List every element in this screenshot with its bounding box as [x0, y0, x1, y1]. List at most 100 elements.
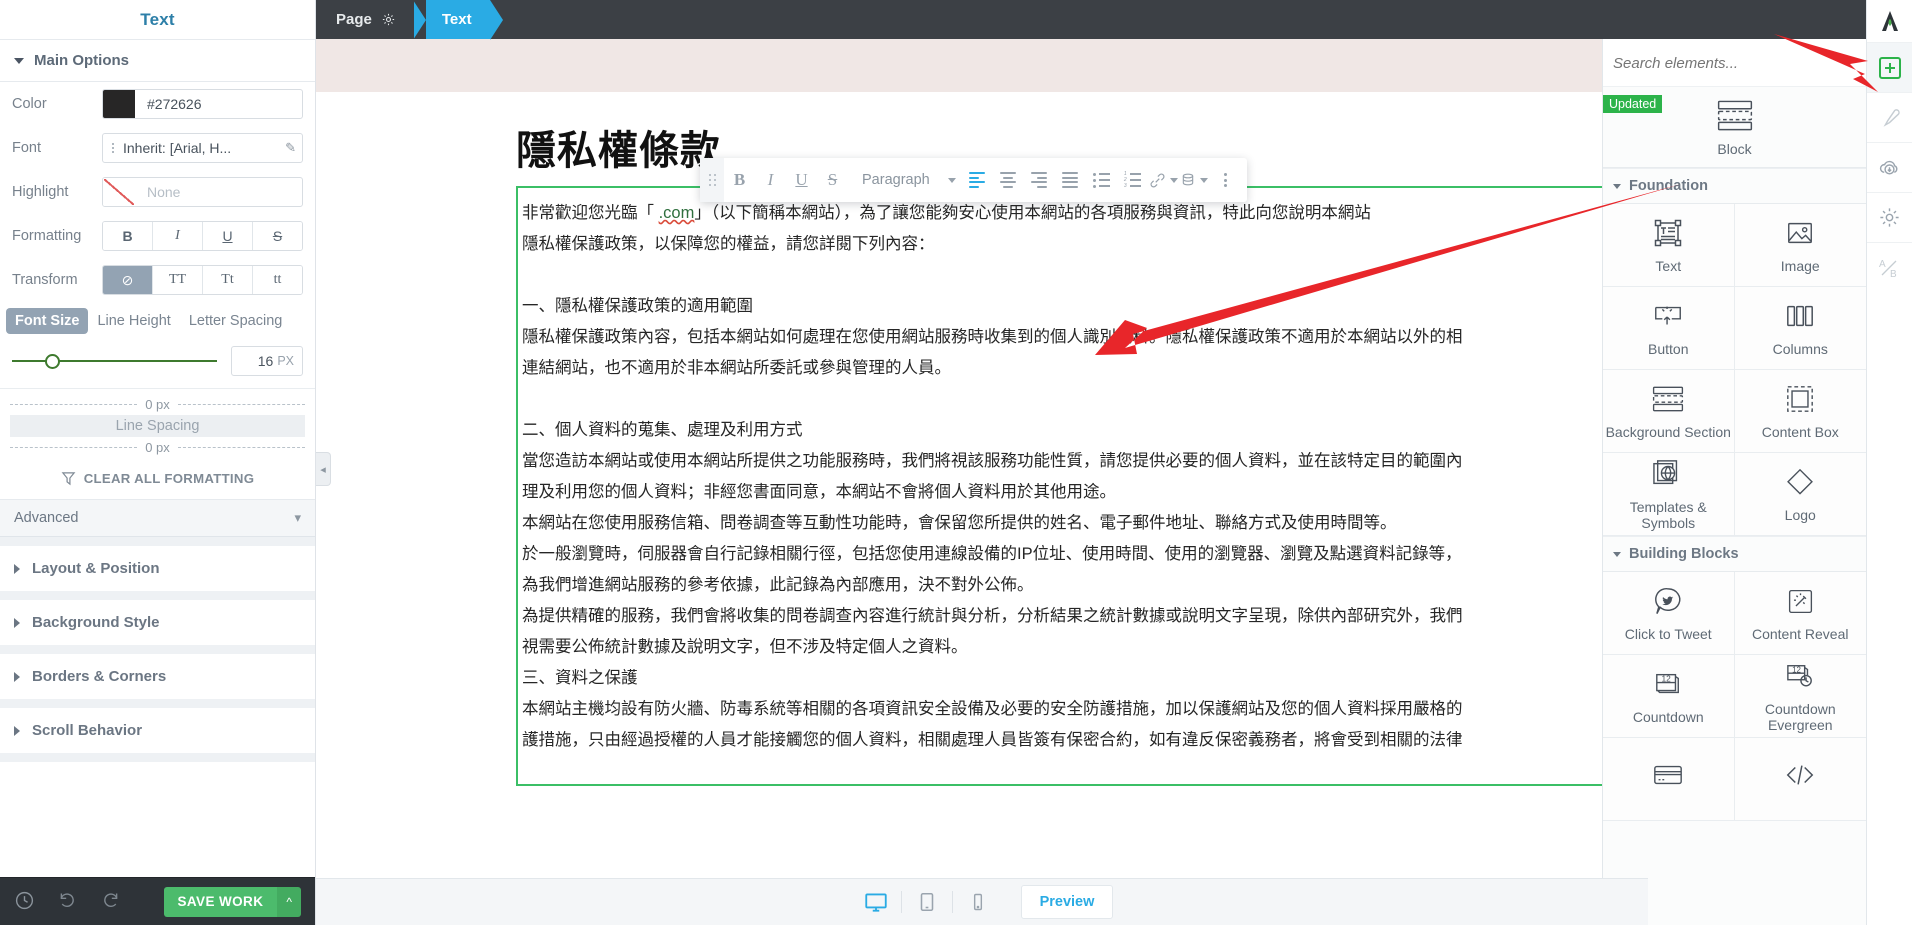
link-button[interactable]: [1148, 158, 1179, 202]
element-label: Countdown Evergreen: [1764, 701, 1836, 733]
redo-icon[interactable]: [100, 890, 121, 914]
font-select[interactable]: Inherit: [Arial, H... ✎: [102, 133, 303, 163]
element-countdown[interactable]: 12 Countdown: [1603, 655, 1735, 738]
more-options-button[interactable]: [1210, 158, 1241, 202]
bold-button[interactable]: B: [103, 222, 153, 250]
element-templates-symbols[interactable]: Templates & Symbols: [1603, 453, 1735, 536]
strikethrough-button[interactable]: S: [817, 158, 848, 202]
advanced-label: Advanced: [14, 510, 79, 526]
element-content-reveal[interactable]: Content Reveal: [1734, 572, 1866, 655]
strikethrough-button[interactable]: S: [253, 222, 302, 250]
numbered-list-button[interactable]: 123: [1117, 158, 1148, 202]
spacing-top-value[interactable]: 0 px: [10, 397, 305, 412]
search-input[interactable]: [1613, 49, 1856, 78]
save-work-label[interactable]: SAVE WORK: [163, 886, 278, 917]
ab-test-icon[interactable]: A B: [1866, 242, 1912, 292]
cloud-download-icon[interactable]: [1866, 142, 1912, 192]
add-element-icon[interactable]: [1866, 42, 1912, 92]
clear-all-formatting-button[interactable]: CLEAR ALL FORMATTING: [0, 459, 315, 500]
element-card-block[interactable]: Updated Block: [1603, 87, 1866, 168]
undo-icon[interactable]: [57, 890, 78, 914]
paragraph-dropdown[interactable]: Paragraph: [848, 172, 962, 188]
underline-button[interactable]: U: [786, 158, 817, 202]
gear-icon[interactable]: [1866, 192, 1912, 242]
align-right-button[interactable]: [1024, 158, 1055, 202]
device-mobile-button[interactable]: [953, 892, 1003, 912]
group-header-foundation[interactable]: Foundation: [1603, 168, 1866, 204]
italic-button[interactable]: I: [153, 222, 203, 250]
tab-letter-spacing[interactable]: Letter Spacing: [180, 308, 292, 334]
clock-history-icon[interactable]: [14, 890, 35, 914]
spacing-bottom-value[interactable]: 0 px: [10, 440, 305, 455]
tab-line-height[interactable]: Line Height: [88, 308, 179, 334]
element-button[interactable]: Button: [1603, 287, 1735, 370]
element-click-to-tweet[interactable]: Click to Tweet: [1603, 572, 1735, 655]
tab-font-size[interactable]: Font Size: [6, 308, 89, 334]
save-options-caret[interactable]: ^: [277, 886, 301, 917]
italic-button[interactable]: I: [755, 158, 786, 202]
align-center-button[interactable]: [993, 158, 1024, 202]
sidebar-section-borders-corners[interactable]: Borders & Corners: [0, 654, 315, 699]
element-image[interactable]: Image: [1734, 204, 1866, 287]
bullet-list-icon: [1092, 172, 1110, 188]
element-logo[interactable]: Logo: [1734, 453, 1866, 536]
element-countdown-evergreen[interactable]: 12 Countdown Evergreen: [1734, 655, 1866, 738]
font-size-input[interactable]: 16 PX: [231, 346, 303, 376]
selected-text-element[interactable]: 非常歡迎您光臨「 .com」（以下簡稱本網站），為了讓您能夠安心使用本網站的各項…: [516, 186, 1648, 786]
text-line: 於一般瀏覽時，伺服器會自行記錄相關行徑，包括您使用連線設備的IP位址、使用時間、…: [522, 545, 1462, 563]
text-line: 理及利用您的個人資料；非經您書面同意，本網站不會將個人資料用於其他用途。: [522, 483, 1116, 501]
slider-handle[interactable]: [44, 354, 60, 369]
element-label: Text: [1655, 258, 1682, 274]
domain-link[interactable]: .com: [659, 204, 695, 222]
highlight-field[interactable]: None: [102, 177, 303, 207]
transform-row: Transform ⊘ TT Tt tt: [0, 258, 315, 302]
divider: [0, 699, 315, 708]
brush-icon[interactable]: [1866, 92, 1912, 142]
save-work-button[interactable]: SAVE WORK ^: [163, 886, 301, 917]
element-columns[interactable]: Columns: [1734, 287, 1866, 370]
sidebar-section-background-style[interactable]: Background Style: [0, 600, 315, 645]
preview-button[interactable]: Preview: [1020, 885, 1114, 919]
text-line: 護措施，只由經過授權的人員才能接觸您的個人資料，相關處理人員皆簽有保密合約，如有…: [522, 731, 1463, 749]
transform-none-button[interactable]: ⊘: [103, 266, 153, 294]
drag-grip-icon[interactable]: [700, 158, 724, 202]
color-field[interactable]: #272626: [102, 89, 303, 119]
transform-label: Transform: [12, 272, 78, 288]
clear-all-formatting-label: CLEAR ALL FORMATTING: [83, 471, 255, 486]
sidebar-collapse-handle[interactable]: ◂: [316, 452, 331, 486]
twitter-icon: [1653, 584, 1684, 618]
numbered-list-icon: 123: [1124, 171, 1141, 188]
text-line-blank: [522, 260, 1646, 291]
align-left-button[interactable]: [962, 158, 993, 202]
breadcrumb-text[interactable]: Text: [412, 0, 503, 40]
highlight-swatch[interactable]: [103, 178, 135, 206]
group-header-building-blocks[interactable]: Building Blocks: [1603, 536, 1866, 572]
gear-icon[interactable]: [381, 12, 396, 27]
breadcrumb-page[interactable]: Page: [316, 0, 414, 39]
transform-lowercase-button[interactable]: tt: [253, 266, 302, 294]
transform-capitalize-button[interactable]: Tt: [203, 266, 253, 294]
device-desktop-button[interactable]: [851, 889, 901, 915]
color-value[interactable]: #272626: [135, 96, 202, 112]
element-card[interactable]: [1603, 738, 1735, 821]
element-content-box[interactable]: Content Box: [1734, 370, 1866, 453]
main-options-header[interactable]: Main Options: [0, 40, 315, 82]
element-code[interactable]: [1734, 738, 1866, 821]
dynamic-data-button[interactable]: [1179, 158, 1210, 202]
element-label: Background Section: [1605, 424, 1731, 440]
sidebar-section-scroll-behavior[interactable]: Scroll Behavior: [0, 708, 315, 753]
bold-button[interactable]: B: [724, 158, 755, 202]
device-tablet-button[interactable]: [902, 891, 952, 913]
font-size-slider[interactable]: [12, 351, 217, 371]
pencil-icon[interactable]: ✎: [285, 140, 296, 156]
transform-uppercase-button[interactable]: TT: [153, 266, 203, 294]
advanced-section[interactable]: Advanced ▾: [0, 500, 315, 537]
sidebar-section-layout-position[interactable]: Layout & Position: [0, 546, 315, 591]
underline-button[interactable]: U: [203, 222, 253, 250]
bullet-list-button[interactable]: [1086, 158, 1117, 202]
chevron-down-icon: [1613, 183, 1621, 189]
color-swatch[interactable]: [103, 90, 135, 118]
element-text[interactable]: Text: [1603, 204, 1735, 287]
element-background-section[interactable]: Background Section: [1603, 370, 1735, 453]
align-justify-button[interactable]: [1055, 158, 1086, 202]
